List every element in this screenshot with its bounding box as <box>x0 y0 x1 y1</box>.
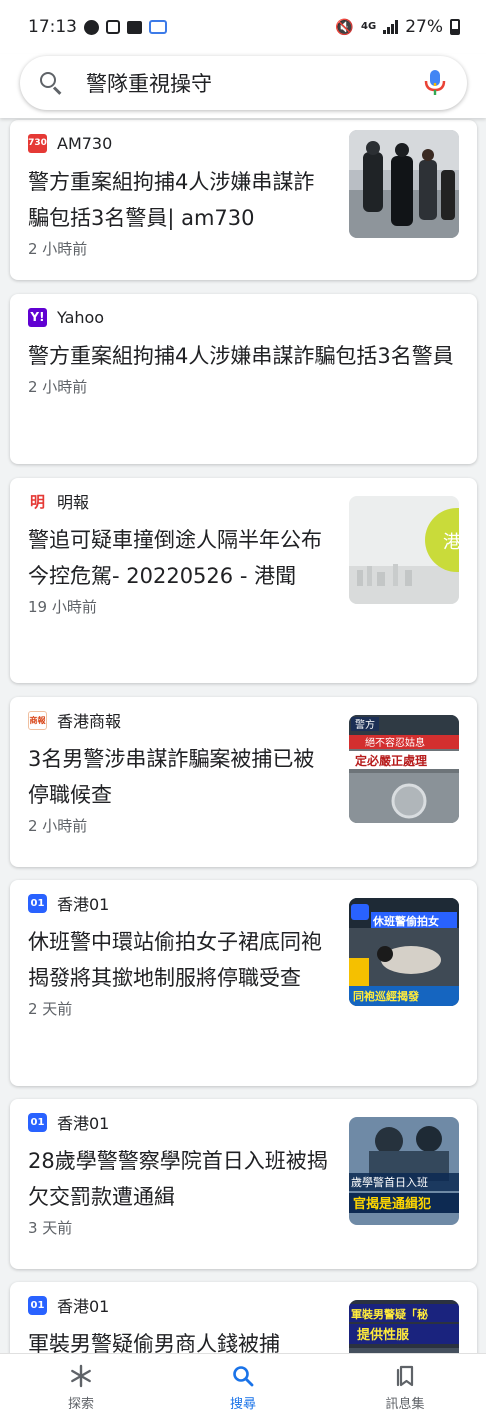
headline[interactable]: 3名男警涉串謀詐騙案被捕已被停職候查 <box>28 741 333 813</box>
svg-text:港: 港 <box>443 532 459 553</box>
headline[interactable]: 警追可疑車撞倒途人隔半年公布今控危駕- 20220526 - 港聞 <box>28 522 333 594</box>
search-header <box>0 54 486 118</box>
bookmark-collection-icon <box>392 1363 418 1389</box>
source-name: 明報 <box>57 493 90 512</box>
am730-logo-icon: 730 <box>28 133 47 153</box>
hd-notification-icon <box>149 20 167 34</box>
news-thumbnail[interactable]: 港 <box>349 496 459 604</box>
nav-label: 搜尋 <box>229 1396 256 1412</box>
source-name: 香港01 <box>57 895 110 914</box>
asterisk-icon <box>68 1363 94 1389</box>
source-name: Yahoo <box>57 307 105 327</box>
source-name: 香港01 <box>57 1114 110 1133</box>
thumbnail-text: 同袍巡經揭發 <box>353 989 420 1003</box>
news-card[interactable]: 明 明報 警追可疑車撞倒途人隔半年公布今控危駕- 20220526 - 港聞 1… <box>10 478 477 683</box>
news-thumbnail[interactable]: 休班警偷拍女 同袍巡經揭發 <box>349 898 459 1006</box>
nav-label: 訊息集 <box>385 1396 425 1412</box>
headline[interactable]: 28歲學警警察學院首日入班被揭欠交罰款遭通緝 <box>28 1143 333 1215</box>
thumbnail-text: 歲學警首日入班 <box>351 1175 428 1189</box>
timestamp: 2 小時前 <box>28 378 88 396</box>
mute-icon: 🔇 <box>335 18 355 36</box>
battery-percent: 27% <box>405 17 443 37</box>
news-thumbnail[interactable]: 警方 絕不容忍姑息 定必嚴正處理 <box>349 715 459 823</box>
battery-icon <box>450 19 460 35</box>
thumbnail-text: 軍裝男警疑「秘 <box>351 1307 428 1321</box>
hk01-logo-icon: 01 <box>28 1112 47 1132</box>
news-card[interactable]: 01 香港01 休班警中環站偷拍女子裙底同袍揭發將其撳地制服將停職受查 2 天前… <box>10 880 477 1086</box>
headline[interactable]: 警方重案組拘捕4人涉嫌串謀詐騙包括3名警員 <box>28 338 458 374</box>
signal-icon <box>383 20 399 34</box>
source-name: 香港01 <box>57 1297 110 1316</box>
network-type: 4G <box>361 21 377 32</box>
source-name: AM730 <box>57 133 113 153</box>
nav-search[interactable]: 搜尋 <box>183 1363 303 1412</box>
hkcd-logo-icon: 商報 <box>28 710 47 730</box>
headline[interactable]: 休班警中環站偷拍女子裙底同袍揭發將其撳地制服將停職受查 <box>28 924 333 996</box>
bottom-navigation: 探索 搜尋 訊息集 <box>0 1353 486 1420</box>
source-name: 香港商報 <box>57 712 122 731</box>
news-card[interactable]: 730 AM730 警方重案組拘捕4人涉嫌串謀詐騙包括3名警員| am730 2… <box>10 120 477 280</box>
mingpao-logo-icon: 明 <box>28 491 47 511</box>
thumbnail-text: 絕不容忍姑息 <box>365 736 425 749</box>
news-card[interactable]: 商報 香港商報 3名男警涉串謀詐騙案被捕已被停職候查 2 小時前 警方 絕不容忍… <box>10 697 477 867</box>
messenger-notification-icon <box>84 19 99 35</box>
thumbnail-text: 定必嚴正處理 <box>355 753 427 768</box>
search-input[interactable] <box>86 71 423 95</box>
news-card[interactable]: 01 香港01 28歲學警警察學院首日入班被揭欠交罰款遭通緝 3 天前 歲學警首… <box>10 1099 477 1269</box>
timestamp: 2 小時前 <box>28 240 88 258</box>
thumbnail-text: 提供性服 <box>357 1327 410 1343</box>
nav-discover[interactable]: 探索 <box>21 1363 141 1412</box>
news-source: Y! Yahoo <box>28 306 459 328</box>
hk01-logo-icon: 01 <box>28 893 47 913</box>
yahoo-logo-icon: Y! <box>28 307 47 327</box>
nav-collections[interactable]: 訊息集 <box>345 1363 465 1412</box>
app-notification-icon <box>106 20 120 34</box>
search-bar[interactable] <box>20 56 467 110</box>
search-icon <box>230 1363 256 1389</box>
search-icon[interactable] <box>40 72 62 95</box>
status-bar: 17:13 🔇 4G 27% <box>0 0 486 54</box>
nav-label: 探索 <box>67 1396 94 1412</box>
news-thumbnail[interactable]: 歲學警首日入班 官揭是通緝犯 <box>349 1117 459 1225</box>
headline[interactable]: 警方重案組拘捕4人涉嫌串謀詐騙包括3名警員| am730 <box>28 164 333 236</box>
news-card[interactable]: Y! Yahoo 警方重案組拘捕4人涉嫌串謀詐騙包括3名警員 2 小時前 <box>10 294 477 464</box>
status-time: 17:13 <box>28 17 77 37</box>
thumbnail-text: 官揭是通緝犯 <box>353 1196 431 1212</box>
image-notification-icon <box>127 20 142 34</box>
thumbnail-text: 休班警偷拍女 <box>372 914 439 928</box>
microphone-icon[interactable] <box>423 69 447 97</box>
thumbnail-text: 警方 <box>355 718 375 731</box>
news-thumbnail[interactable] <box>349 130 459 238</box>
hk01-logo-icon: 01 <box>28 1295 47 1315</box>
